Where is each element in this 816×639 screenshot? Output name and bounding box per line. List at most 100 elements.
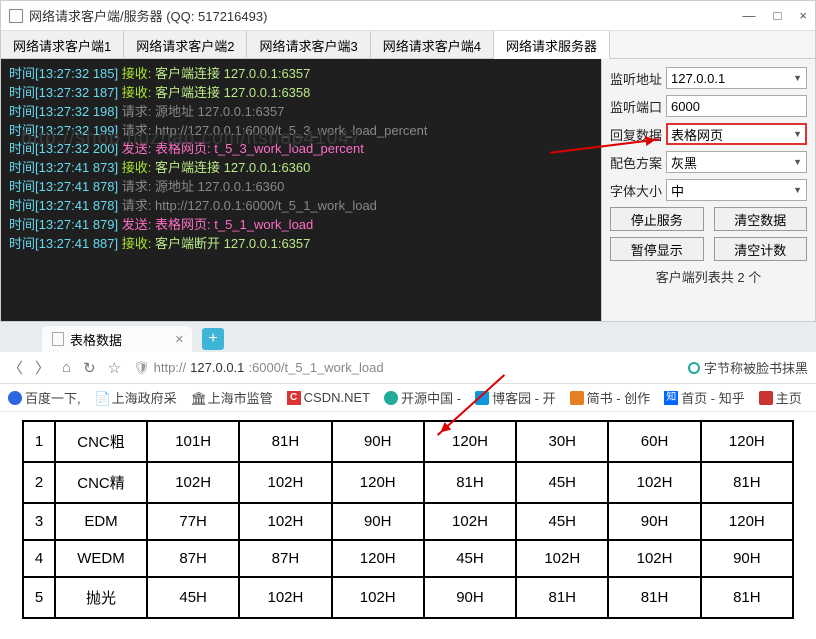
- maximize-button[interactable]: □: [774, 8, 782, 23]
- bookmark-item[interactable]: CCSDN.NET: [287, 390, 370, 405]
- window-title: 网络请求客户端/服务器 (QQ: 517216493): [29, 6, 743, 25]
- console-log: http://shop.huzhan.com/itshop41047 时间[13…: [1, 59, 601, 321]
- forward-button[interactable]: 〉: [35, 357, 50, 378]
- table-cell: 90H: [608, 503, 700, 540]
- table-cell: 60H: [608, 421, 700, 462]
- table-cell: 81H: [424, 462, 516, 503]
- close-button[interactable]: ×: [799, 8, 807, 23]
- label-listen-port: 监听端口: [610, 97, 666, 116]
- baidu-icon: [8, 391, 22, 405]
- table-cell: 120H: [332, 540, 424, 577]
- chevron-down-icon: ▼: [793, 157, 802, 167]
- star-icon[interactable]: ☆: [108, 359, 121, 377]
- table-cell: 102H: [239, 503, 331, 540]
- tab-client4[interactable]: 网络请求客户端4: [371, 31, 494, 58]
- browser-tab[interactable]: 表格数据 ✕: [42, 326, 192, 352]
- back-button[interactable]: 〈: [8, 357, 23, 378]
- font-size-select[interactable]: 中▼: [666, 179, 807, 201]
- table-cell: 4: [23, 540, 55, 577]
- table-cell: 102H: [424, 503, 516, 540]
- data-table: 1CNC粗101H81H90H120H30H60H120H2CNC精102H10…: [22, 420, 794, 619]
- table-cell: 102H: [608, 540, 700, 577]
- table-cell: 81H: [701, 577, 793, 618]
- bookmark-item[interactable]: 百度一下,: [8, 388, 81, 407]
- bookmark-item[interactable]: 🏛上海市监管: [191, 388, 273, 407]
- table-row: 1CNC粗101H81H90H120H30H60H120H: [23, 421, 793, 462]
- table-cell: 102H: [147, 462, 239, 503]
- table-row: 2CNC精102H102H120H81H45H102H81H: [23, 462, 793, 503]
- tab-client3[interactable]: 网络请求客户端3: [247, 31, 370, 58]
- table-cell: 87H: [239, 540, 331, 577]
- listen-addr-select[interactable]: 127.0.0.1▼: [666, 67, 807, 89]
- close-tab-icon[interactable]: ✕: [175, 333, 184, 346]
- table-cell: 102H: [608, 462, 700, 503]
- table-row: 3EDM77H102H90H102H45H90H120H: [23, 503, 793, 540]
- browser-window: 表格数据 ✕ + 〈 〉 ⌂ ↻ ☆ 🛡 http://127.0.0.1:60…: [0, 322, 816, 627]
- table-cell: CNC精: [55, 462, 147, 503]
- bookmark-item[interactable]: 简书 - 创作: [570, 388, 651, 407]
- stop-service-button[interactable]: 停止服务: [610, 207, 704, 231]
- address-bar[interactable]: 🛡 http://127.0.0.1:6000/t_5_1_work_load: [133, 360, 676, 376]
- app-tabs: 网络请求客户端1 网络请求客户端2 网络请求客户端3 网络请求客户端4 网络请求…: [1, 31, 815, 59]
- clear-data-button[interactable]: 清空数据: [714, 207, 808, 231]
- table-cell: 81H: [516, 577, 608, 618]
- bookmark-item[interactable]: 开源中国 -: [384, 388, 461, 407]
- bookmark-item[interactable]: 📄上海政府采: [95, 388, 177, 407]
- table-cell: 90H: [701, 540, 793, 577]
- minimize-button[interactable]: —: [743, 8, 756, 23]
- site-icon: [759, 391, 773, 405]
- table-cell: 120H: [701, 503, 793, 540]
- table-cell: 101H: [147, 421, 239, 462]
- table-cell: 102H: [332, 577, 424, 618]
- reload-button[interactable]: ↻: [83, 359, 96, 377]
- table-cell: 1: [23, 421, 55, 462]
- table-cell: WEDM: [55, 540, 147, 577]
- table-cell: 120H: [332, 462, 424, 503]
- label-listen-addr: 监听地址: [610, 69, 666, 88]
- lock-icon: 🛡: [133, 360, 150, 376]
- circle-icon: [688, 362, 700, 374]
- table-cell: 90H: [424, 577, 516, 618]
- table-cell: 45H: [147, 577, 239, 618]
- page-icon: 📄: [95, 391, 109, 405]
- table-cell: 90H: [332, 421, 424, 462]
- client-count-info: 客户端列表共 2 个: [610, 267, 807, 286]
- jianshu-icon: [570, 391, 584, 405]
- label-font-size: 字体大小: [610, 181, 666, 200]
- zhihu-icon: 知: [664, 391, 678, 405]
- oschina-icon: [384, 391, 398, 405]
- pause-display-button[interactable]: 暂停显示: [610, 237, 704, 261]
- bookmarks-bar: 百度一下, 📄上海政府采 🏛上海市监管 CCSDN.NET 开源中国 - 博客园…: [0, 384, 816, 412]
- bookmark-item[interactable]: 知首页 - 知乎: [664, 388, 745, 407]
- new-tab-button[interactable]: +: [202, 328, 224, 350]
- table-cell: CNC粗: [55, 421, 147, 462]
- chevron-down-icon: ▼: [793, 185, 802, 195]
- table-cell: 45H: [516, 462, 608, 503]
- table-cell: EDM: [55, 503, 147, 540]
- table-cell: 81H: [701, 462, 793, 503]
- tab-client1[interactable]: 网络请求客户端1: [1, 31, 124, 58]
- table-cell: 81H: [608, 577, 700, 618]
- page-icon: 🏛: [191, 391, 205, 405]
- home-button[interactable]: ⌂: [62, 359, 71, 376]
- listen-port-input[interactable]: 6000: [666, 95, 807, 117]
- table-cell: 77H: [147, 503, 239, 540]
- reply-data-select[interactable]: 表格网页▼: [666, 123, 807, 145]
- csdn-icon: C: [287, 391, 301, 405]
- color-scheme-select[interactable]: 灰黑▼: [666, 151, 807, 173]
- bookmark-item[interactable]: 主页: [759, 388, 802, 407]
- table-cell: 3: [23, 503, 55, 540]
- table-cell: 90H: [332, 503, 424, 540]
- table-cell: 87H: [147, 540, 239, 577]
- search-suggestion[interactable]: 字节称被脸书抹黑: [688, 358, 808, 377]
- label-color-scheme: 配色方案: [610, 153, 666, 172]
- browser-tab-title: 表格数据: [70, 330, 122, 349]
- window-titlebar: 网络请求客户端/服务器 (QQ: 517216493) — □ ×: [1, 1, 815, 31]
- chevron-down-icon: ▼: [793, 73, 802, 83]
- clear-count-button[interactable]: 清空计数: [714, 237, 808, 261]
- settings-panel: 监听地址127.0.0.1▼ 监听端口6000 回复数据表格网页▼ 配色方案灰黑…: [601, 59, 815, 321]
- table-cell: 81H: [239, 421, 331, 462]
- table-cell: 45H: [516, 503, 608, 540]
- tab-client2[interactable]: 网络请求客户端2: [124, 31, 247, 58]
- tab-server[interactable]: 网络请求服务器: [494, 31, 610, 59]
